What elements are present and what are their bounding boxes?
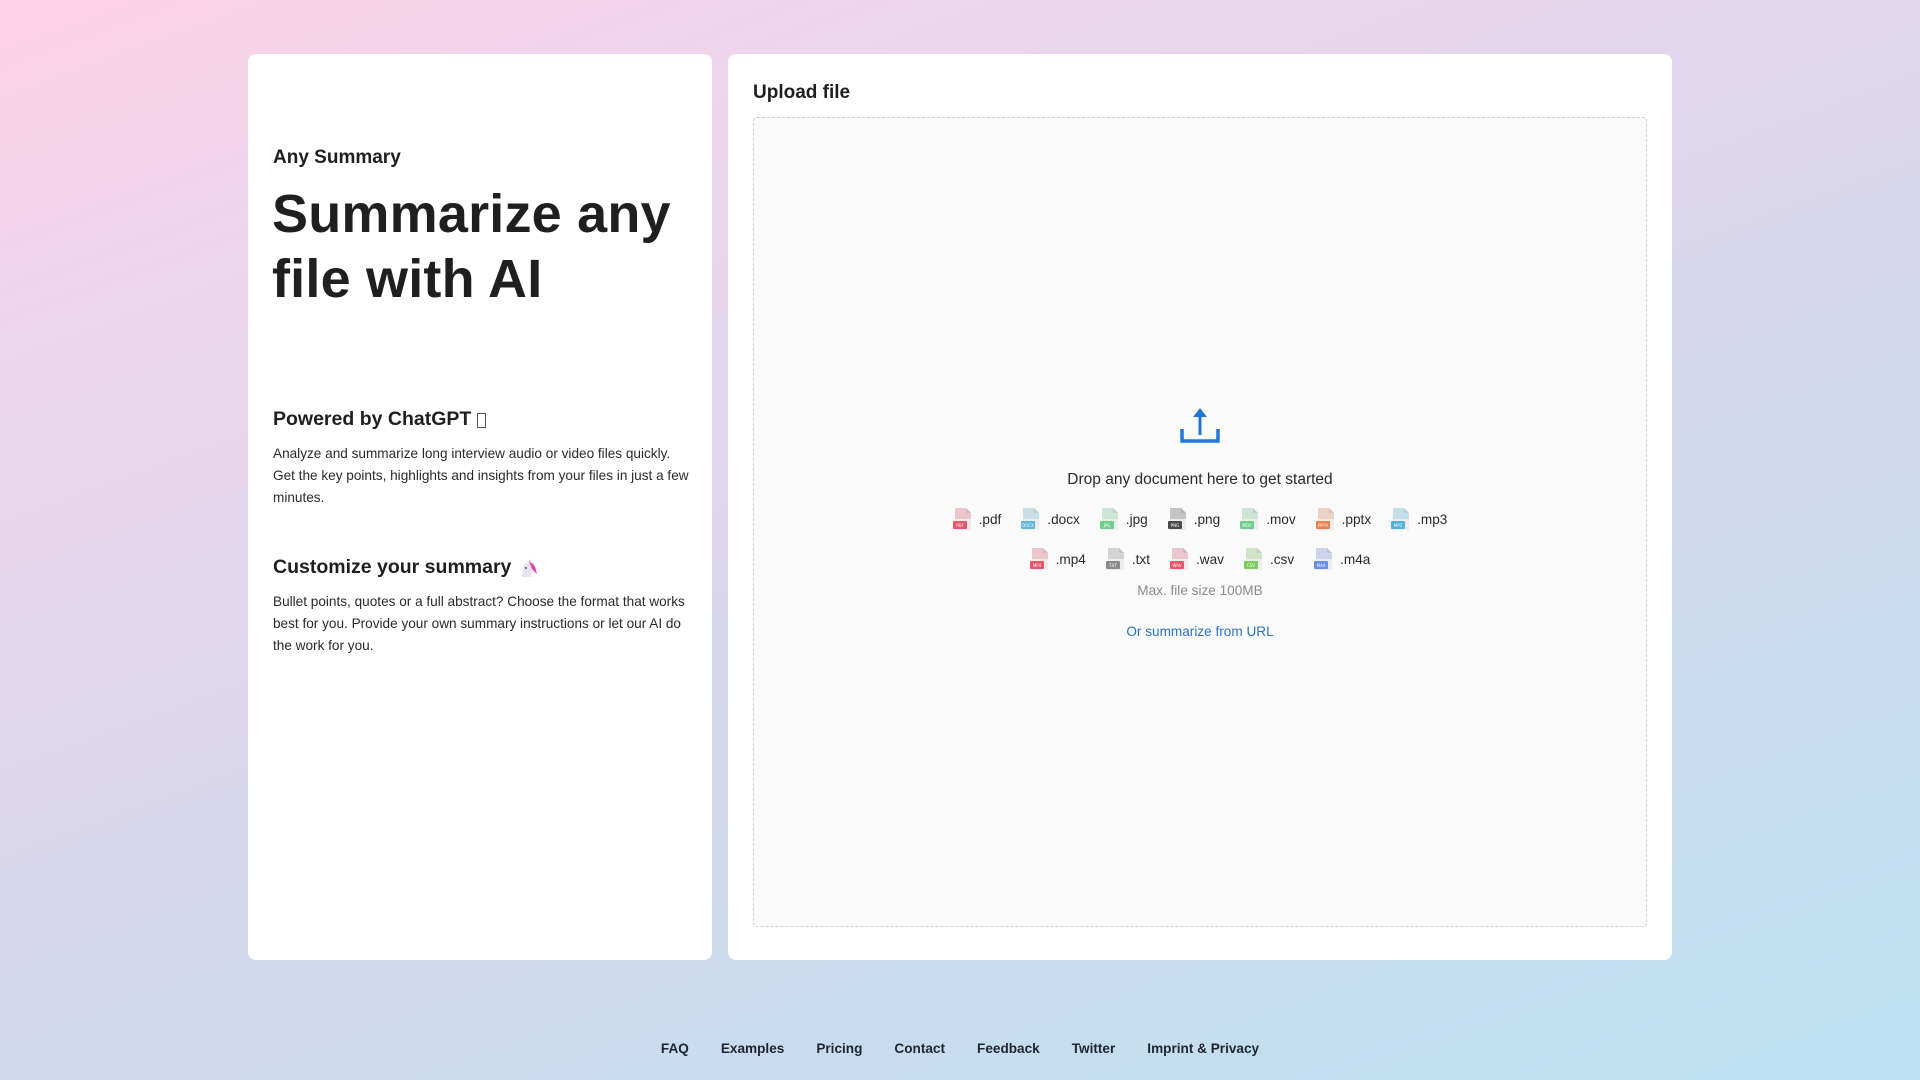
footer-link-pricing[interactable]: Pricing [816, 1041, 862, 1056]
file-extension: .mov [1266, 511, 1296, 527]
svg-text:JPG: JPG [1102, 523, 1110, 528]
brand-name: Any Summary [273, 147, 401, 168]
mp4-file-icon: MP4 [1029, 547, 1050, 571]
unicorn-icon [517, 557, 539, 579]
footer-link-feedback[interactable]: Feedback [977, 1041, 1040, 1056]
file-type-pptx: PPTX .pptx [1315, 505, 1372, 533]
mp3-file-icon: MP3 [1391, 507, 1411, 531]
svg-text:M4A: M4A [1317, 563, 1326, 568]
missing-glyph-icon [477, 413, 487, 428]
pdf-file-icon: PDF [952, 507, 973, 531]
file-extension: .png [1193, 511, 1221, 527]
file-type-docx: DOCX .docx [1021, 505, 1080, 533]
file-type-pdf: PDF .pdf [952, 505, 1002, 533]
file-dropzone[interactable]: Drop any document here to get started PD… [753, 117, 1647, 927]
svg-text:CSV: CSV [1247, 563, 1255, 568]
file-extension: .docx [1047, 511, 1080, 527]
png-file-icon: PNG [1167, 507, 1188, 531]
summarize-from-url-link[interactable]: Or summarize from URL [1126, 624, 1273, 639]
file-type-mov: MOV .mov [1240, 505, 1296, 533]
footer-link-twitter[interactable]: Twitter [1072, 1041, 1116, 1056]
svg-text:DOCX: DOCX [1022, 523, 1034, 528]
mov-file-icon: MOV [1240, 507, 1260, 531]
drop-instructions: Drop any document here to get started [1067, 471, 1333, 488]
svg-text:PNG: PNG [1170, 523, 1179, 528]
file-extension: .jpg [1125, 511, 1148, 527]
file-type-m4a: M4A .m4a [1314, 545, 1370, 573]
pptx-file-icon: PPTX [1315, 507, 1336, 531]
file-extension: .txt [1131, 551, 1150, 567]
file-type-png: PNG .png [1167, 505, 1221, 533]
file-type-wav: WAV .wav [1170, 545, 1224, 573]
feature-title: Powered by ChatGPT [273, 408, 472, 430]
file-type-mp3: MP3 .mp3 [1391, 505, 1447, 533]
feature-customize: Customize your summary Bullet points, qu… [273, 556, 693, 657]
upload-icon [1180, 408, 1220, 443]
svg-text:WAV: WAV [1173, 563, 1182, 568]
intro-card: Any Summary Summarize any file with AI P… [248, 54, 712, 960]
wav-file-icon: WAV [1170, 547, 1190, 571]
upload-card: Upload file Drop any document here to ge… [728, 54, 1672, 960]
file-extension: .pdf [978, 511, 1002, 527]
upload-title: Upload file [753, 82, 851, 103]
file-extension: .mp3 [1417, 511, 1448, 527]
feature-title: Customize your summary [273, 556, 512, 578]
feature-description: Bullet points, quotes or a full abstract… [273, 594, 685, 653]
feature-chatgpt: Powered by ChatGPT Analyze and summarize… [273, 408, 693, 509]
footer-nav: FAQ Examples Pricing Contact Feedback Twitter… [0, 1041, 1920, 1056]
supported-file-types: PDF .pdf DOCX .docx JPG .jpg PNG .png MOV .mov PPT… [920, 505, 1480, 573]
file-type-csv: CSV .csv [1243, 545, 1295, 573]
svg-text:MP3: MP3 [1394, 523, 1403, 528]
docx-file-icon: DOCX [1021, 507, 1041, 531]
file-type-mp4: MP4 .mp4 [1029, 545, 1086, 573]
file-extension: .mp4 [1055, 551, 1086, 567]
max-file-size: Max. file size 100MB [1137, 583, 1263, 598]
jpg-file-icon: JPG [1099, 507, 1120, 531]
page-headline: Summarize any file with AI [272, 184, 671, 309]
footer-link-imprint-privacy[interactable]: Imprint & Privacy [1147, 1041, 1259, 1056]
footer-link-contact[interactable]: Contact [894, 1041, 945, 1056]
file-extension: .csv [1269, 551, 1295, 567]
svg-text:MP4: MP4 [1032, 563, 1041, 568]
footer-link-faq[interactable]: FAQ [661, 1041, 689, 1056]
footer-link-examples[interactable]: Examples [721, 1041, 784, 1056]
csv-file-icon: CSV [1243, 547, 1264, 571]
file-type-jpg: JPG .jpg [1099, 505, 1148, 533]
txt-file-icon: TXT [1105, 547, 1126, 571]
file-extension: .wav [1196, 551, 1224, 567]
file-extension: .m4a [1340, 551, 1371, 567]
file-type-txt: TXT .txt [1105, 545, 1150, 573]
feature-description: Analyze and summarize long interview aud… [273, 446, 689, 505]
file-extension: .pptx [1341, 511, 1372, 527]
svg-text:MOV: MOV [1243, 523, 1253, 528]
m4a-file-icon: M4A [1314, 547, 1334, 571]
svg-text:PPTX: PPTX [1318, 523, 1328, 528]
svg-text:TXT: TXT [1108, 563, 1117, 568]
svg-text:PDF: PDF [956, 523, 964, 528]
